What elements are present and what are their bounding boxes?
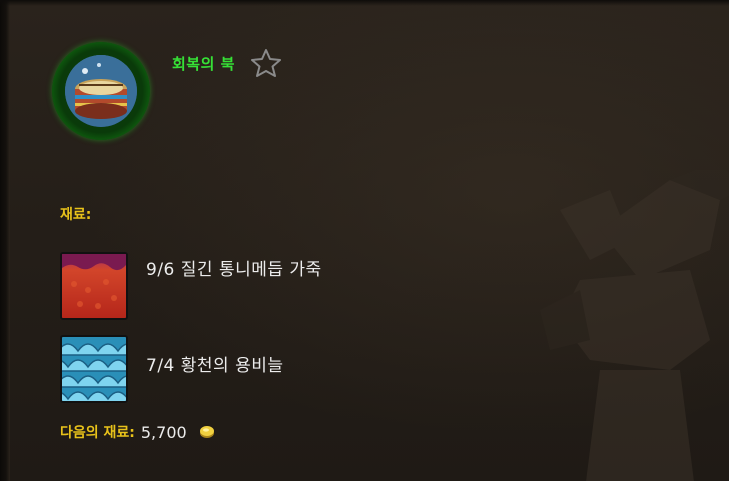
material-text: 7/4 황천의 용비늘 (146, 356, 376, 376)
material-count: 9/6 (146, 260, 175, 280)
gold-coin-icon (199, 426, 214, 438)
recipe-tooltip-panel: 회복의 북 재료: 9/6 질긴 통니메듭 가죽 7/4 황천의 용비늘 다음의… (0, 0, 729, 481)
material-name: 질긴 통니메듭 가죽 (180, 260, 322, 280)
material-row[interactable]: 7/4 황천의 용비늘 (60, 335, 376, 403)
material-count: 7/4 (146, 356, 175, 376)
background-anvil-decoration (540, 170, 729, 481)
star-outline-icon[interactable] (249, 48, 283, 78)
material-name: 황천의 용비늘 (180, 356, 284, 376)
panel-top-border (0, 0, 729, 6)
material-text: 9/6 질긴 통니메듭 가죽 (146, 260, 376, 280)
material-row[interactable]: 9/6 질긴 통니메듭 가죽 (60, 252, 376, 320)
recipe-item-icon-frame[interactable] (52, 42, 150, 140)
cost-value: 5,700 (140, 422, 187, 442)
leather-icon (60, 252, 128, 320)
materials-label: 재료: (60, 207, 92, 223)
dragon-scale-icon (60, 335, 128, 403)
recipe-title-row: 회복의 북 (172, 48, 283, 78)
cost-row: 다음의 재료: 5,700 (60, 422, 215, 442)
recipe-name: 회복의 북 (172, 54, 235, 73)
panel-left-border (0, 0, 10, 481)
drum-icon (65, 55, 137, 127)
cost-label: 다음의 재료: (60, 425, 135, 441)
